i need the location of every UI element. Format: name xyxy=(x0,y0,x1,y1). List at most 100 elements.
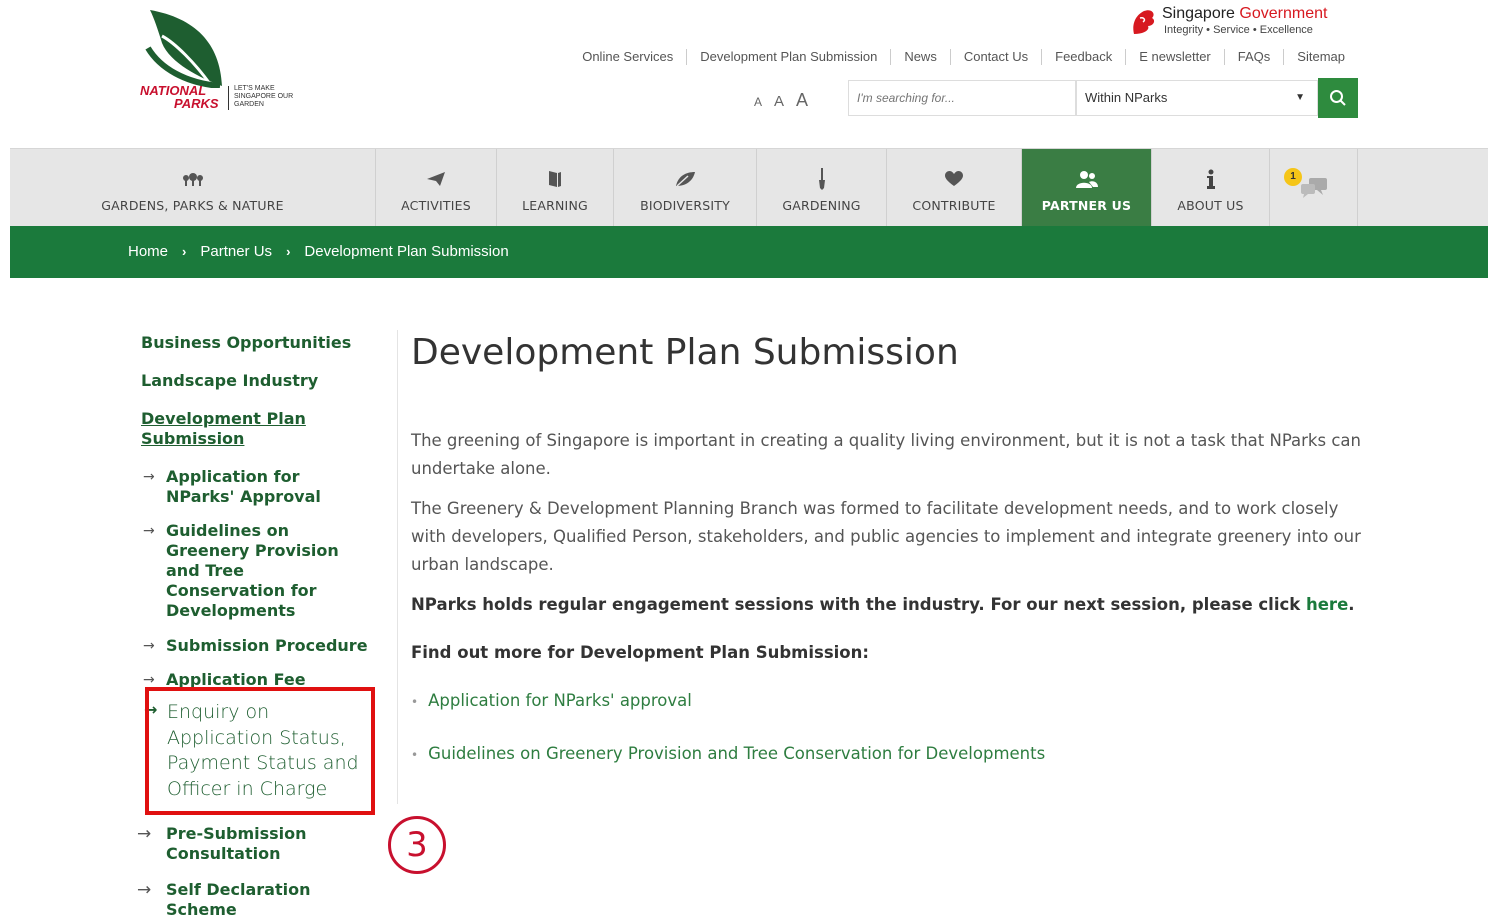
arrow-right-icon: → xyxy=(143,638,155,654)
book-icon xyxy=(548,168,562,190)
sidebar-subitem-submission-procedure[interactable]: → Submission Procedure xyxy=(141,636,377,656)
nav-label: ACTIVITIES xyxy=(401,197,471,213)
chat-icon xyxy=(1299,177,1329,199)
search-icon xyxy=(1330,90,1346,106)
annotation-highlight-box xyxy=(145,687,375,815)
arrow-right-icon: → xyxy=(143,523,155,539)
breadcrumb-partner-us[interactable]: Partner Us xyxy=(200,243,272,260)
trowel-icon xyxy=(818,167,826,190)
leaf-logo-icon xyxy=(145,10,222,88)
trees-icon xyxy=(182,168,204,190)
gov-name-accent: Government xyxy=(1239,5,1328,22)
top-link-feedback[interactable]: Feedback xyxy=(1041,49,1125,65)
nav-label: GARDENS, PARKS & NATURE xyxy=(101,197,284,213)
gov-motto: Integrity • Service • Excellence xyxy=(1164,24,1313,36)
paper-plane-icon xyxy=(426,168,446,190)
breadcrumb: Home › Partner Us › Development Plan Sub… xyxy=(128,243,509,260)
top-link-online-services[interactable]: Online Services xyxy=(569,49,686,65)
top-link-sitemap[interactable]: Sitemap xyxy=(1283,49,1358,65)
nav-label: BIODIVERSITY xyxy=(640,197,730,213)
page-title: Development Plan Submission xyxy=(411,332,959,373)
sidebar-subitem-label: Application for NParks' Approval xyxy=(166,467,321,506)
nav-learning[interactable]: LEARNING xyxy=(497,149,614,227)
chevron-right-icon: › xyxy=(286,244,291,259)
search-input[interactable] xyxy=(848,80,1076,116)
chat-notification-badge: 1 xyxy=(1284,168,1302,186)
nav-gardens-parks-nature[interactable]: GARDENS, PARKS & NATURE xyxy=(10,149,376,227)
search-button[interactable] xyxy=(1318,78,1358,118)
link-application-approval[interactable]: • Application for NParks' approval xyxy=(411,691,692,710)
nav-gardening[interactable]: GARDENING xyxy=(757,149,887,227)
intro-paragraph: The greening of Singapore is important i… xyxy=(411,431,1361,478)
breadcrumb-home[interactable]: Home xyxy=(128,243,168,260)
leaf-icon xyxy=(674,168,696,190)
bullet-icon: • xyxy=(411,695,419,709)
breadcrumb-current: Development Plan Submission xyxy=(304,243,509,260)
top-links: Online Services Development Plan Submiss… xyxy=(569,49,1358,65)
annotation-step-number: 3 xyxy=(388,816,446,874)
caret-down-icon: ▼ xyxy=(1295,92,1305,103)
nav-chat[interactable] xyxy=(1270,149,1358,227)
font-size-large-button[interactable]: A xyxy=(796,90,808,111)
nav-label: LEARNING xyxy=(522,197,588,213)
singapore-government-mark[interactable]: Singapore Government Integrity • Service… xyxy=(1130,4,1370,40)
gov-name-plain: Singapore xyxy=(1162,5,1240,22)
font-size-small-button[interactable]: A xyxy=(754,95,762,109)
nparks-logo[interactable]: NATIONAL PARKS LET'S MAKE SINGAPORE OUR … xyxy=(140,8,300,118)
engagement-text: NParks holds regular engagement sessions… xyxy=(411,595,1306,614)
link-label: Guidelines on Greenery Provision and Tre… xyxy=(428,744,1046,763)
sidebar-subitem-self-declaration[interactable]: → Self Declaration Scheme xyxy=(137,880,341,919)
nav-label: PARTNER US xyxy=(1041,197,1132,213)
sidebar-subitem-greenery-guidelines[interactable]: → Guidelines on Greenery Provision and T… xyxy=(141,521,346,621)
nav-contribute[interactable]: CONTRIBUTE xyxy=(887,149,1022,227)
heart-icon xyxy=(945,168,963,190)
sidebar-item-business-opportunities[interactable]: Business Opportunities xyxy=(141,333,351,353)
engagement-line: NParks holds regular engagement sessions… xyxy=(411,595,1355,614)
nav-label: ABOUT US xyxy=(1177,197,1244,213)
sidebar-subitem-label: Pre-Submission Consultation xyxy=(166,824,307,863)
search-scope-value: Within NParks xyxy=(1085,90,1168,105)
nav-biodiversity[interactable]: BIODIVERSITY xyxy=(614,149,757,227)
logo-divider xyxy=(228,86,229,110)
nav-label: GARDENING xyxy=(782,197,861,213)
link-greenery-guidelines[interactable]: • Guidelines on Greenery Provision and Tr… xyxy=(411,744,1045,763)
partners-icon xyxy=(1075,168,1099,190)
nav-partner-us[interactable]: PARTNER US xyxy=(1022,149,1152,227)
gov-name: Singapore Government xyxy=(1162,6,1327,22)
main-navigation: GARDENS, PARKS & NATURE ACTIVITIES LEARN… xyxy=(10,148,1488,227)
bullet-icon: • xyxy=(411,748,419,762)
engagement-here-link[interactable]: here xyxy=(1306,595,1348,614)
lion-head-icon xyxy=(1133,10,1155,34)
sidebar-subitem-label: Submission Procedure xyxy=(166,636,368,655)
top-link-development-plan[interactable]: Development Plan Submission xyxy=(686,49,890,65)
info-icon xyxy=(1206,168,1216,190)
sidebar-subitem-application-approval[interactable]: → Application for NParks' Approval xyxy=(141,467,341,507)
nav-activities[interactable]: ACTIVITIES xyxy=(376,149,497,227)
branch-paragraph: The Greenery & Development Planning Bran… xyxy=(411,499,1361,574)
logo-tagline: LET'S MAKE SINGAPORE OUR GARDEN xyxy=(234,85,294,108)
sidebar-item-landscape-industry[interactable]: Landscape Industry xyxy=(141,371,318,391)
sidebar-subitem-label: Self Declaration Scheme xyxy=(166,880,311,919)
sidebar-subitem-pre-submission[interactable]: → Pre-Submission Consultation xyxy=(137,824,341,864)
find-out-heading: Find out more for Development Plan Submi… xyxy=(411,643,869,662)
nav-about-us[interactable]: ABOUT US xyxy=(1152,149,1270,227)
link-label: Application for NParks' approval xyxy=(428,691,692,710)
top-link-enewsletter[interactable]: E newsletter xyxy=(1125,49,1224,65)
sidebar-item-development-plan-submission[interactable]: Development Plan Submission xyxy=(141,409,331,449)
search-scope-select[interactable]: Within NParks ▼ xyxy=(1076,80,1318,116)
logo-brand-line2: PARKS xyxy=(174,96,219,111)
top-link-contact[interactable]: Contact Us xyxy=(949,49,1041,65)
top-link-faqs[interactable]: FAQs xyxy=(1223,49,1284,65)
arrow-right-icon: → xyxy=(143,469,155,485)
engagement-end: . xyxy=(1348,595,1355,614)
arrow-right-icon: → xyxy=(137,824,152,844)
nav-label: CONTRIBUTE xyxy=(912,197,996,213)
breadcrumb-bar: Home › Partner Us › Development Plan Sub… xyxy=(10,226,1488,278)
font-size-medium-button[interactable]: A xyxy=(774,93,784,110)
arrow-right-icon: → xyxy=(137,880,152,900)
top-link-news[interactable]: News xyxy=(890,49,950,65)
sidebar-subitem-label: Guidelines on Greenery Provision and Tre… xyxy=(166,521,339,620)
sidebar-divider xyxy=(397,330,398,804)
chevron-right-icon: › xyxy=(182,244,187,259)
font-size-controls: A A A xyxy=(754,90,808,111)
